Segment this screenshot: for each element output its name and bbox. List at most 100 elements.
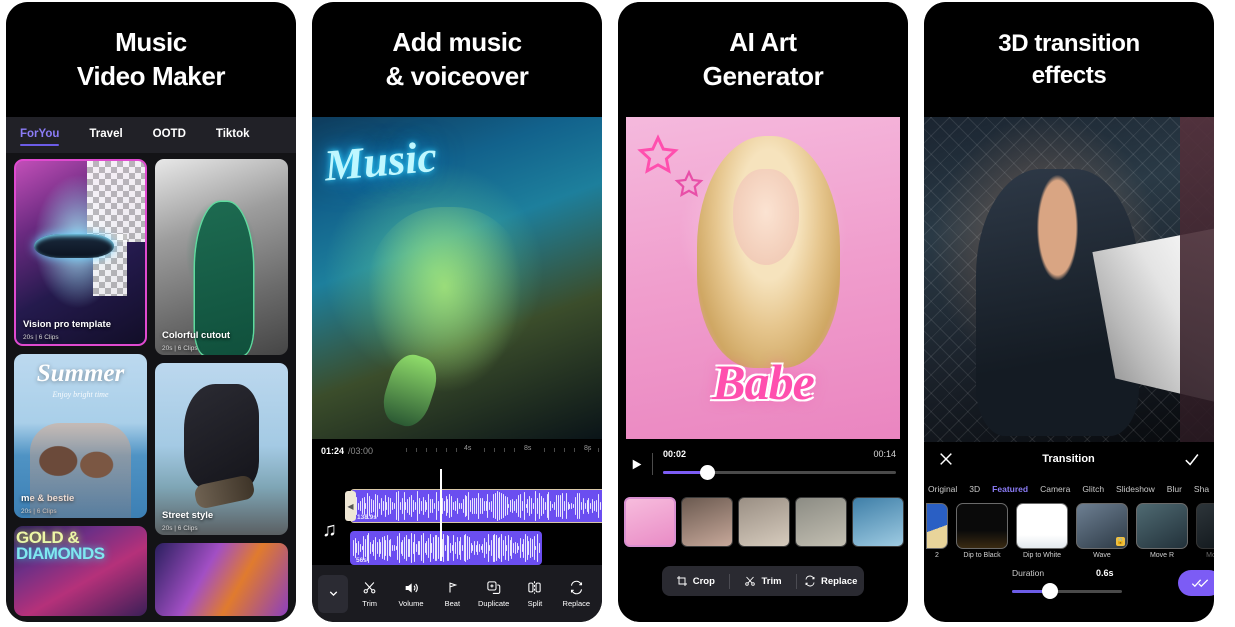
volume-label: Volume <box>398 599 424 608</box>
transition-preview[interactable] <box>924 117 1214 442</box>
ai-art-preview[interactable]: Babe <box>626 117 900 439</box>
headline-line-1: 3D transition <box>998 30 1140 58</box>
split-button[interactable]: Split <box>515 579 554 608</box>
neon-music-text: Music <box>322 131 439 191</box>
headline-2: Add music & voiceover <box>312 2 602 117</box>
play-icon[interactable] <box>630 457 643 472</box>
track-duration-label: 56s <box>356 557 367 564</box>
replace-button[interactable]: Replace <box>557 579 596 608</box>
audio-timeline[interactable]: ♫ ◀ 138.9s 56s <box>312 463 602 565</box>
beat-button[interactable]: Beat <box>433 579 472 608</box>
replace-button[interactable]: Replace <box>797 575 864 587</box>
transition-thumbnail <box>956 503 1008 549</box>
category-tabs: ForYou Travel OOTD Tiktok <box>6 117 296 153</box>
tab-glitch[interactable]: Glitch <box>1082 484 1104 494</box>
clip-thumbnail[interactable] <box>738 497 790 547</box>
split-icon <box>527 579 542 596</box>
clip-thumbnail[interactable] <box>681 497 733 547</box>
playback-bar: 00:02 00:14 <box>618 439 908 493</box>
transition-item[interactable]: Move R <box>1136 503 1188 575</box>
collapse-toolbar-button[interactable] <box>318 574 348 613</box>
track-duration-label: 138.9s <box>357 514 377 521</box>
tab-featured[interactable]: Featured <box>992 484 1028 494</box>
template-card-colorful-cutout[interactable]: Colorful cutout 20s | 6 Clips <box>155 159 288 355</box>
crop-button[interactable]: Crop <box>662 575 729 587</box>
headline-line-2: & voiceover <box>385 60 529 91</box>
transition-thumbnail <box>926 503 948 549</box>
trim-label: Trim <box>362 599 378 608</box>
transition-list[interactable]: 2 Dip to Black Dip to White 🔒 Wave Move … <box>924 503 1214 575</box>
headline-line-2: Video Maker <box>76 60 226 91</box>
trim-label: Trim <box>761 575 782 587</box>
transition-name: Wave <box>1093 552 1111 559</box>
tab-camera[interactable]: Camera <box>1040 484 1070 494</box>
duration-slider[interactable] <box>1012 583 1122 599</box>
clip-thumbnail[interactable] <box>852 497 904 547</box>
transition-item[interactable]: Mo <box>1196 503 1214 575</box>
tab-slideshow[interactable]: Slideshow <box>1116 484 1155 494</box>
transition-name: Dip to Black <box>963 552 1001 559</box>
beat-icon <box>445 579 460 596</box>
tab-original[interactable]: Original <box>928 484 957 494</box>
clip-thumbnail[interactable] <box>624 497 676 547</box>
clip-action-bar: Crop Trim Replace <box>662 566 864 596</box>
divider <box>652 453 653 475</box>
headline-line-2: Generator <box>702 60 824 91</box>
transition-item[interactable]: Dip to White <box>1016 503 1068 575</box>
ai-art-word: Babe <box>712 354 815 410</box>
transition-item[interactable]: 🔒 Wave <box>1076 503 1128 575</box>
trim-button[interactable]: Trim <box>350 579 389 608</box>
ai-art-editor: Babe 00:02 00:14 Crop Trim Replace <box>618 117 908 622</box>
tab-ootd[interactable]: OOTD <box>153 128 186 142</box>
playhead[interactable] <box>440 469 442 561</box>
template-title: Street style <box>162 510 214 522</box>
duration-label: Duration <box>1012 568 1045 578</box>
transition-item[interactable]: 2 <box>926 503 948 575</box>
confirm-check-icon[interactable] <box>1183 451 1200 468</box>
tab-foryou[interactable]: ForYou <box>20 128 60 146</box>
template-card-me-bestie[interactable]: Summer Enjoy bright time me & bestie 20s… <box>14 354 147 519</box>
tab-3d[interactable]: 3D <box>969 484 980 494</box>
clip-thumbnail[interactable] <box>795 497 847 547</box>
template-card-neon[interactable] <box>155 543 288 616</box>
seek-bar[interactable] <box>663 465 896 480</box>
tab-tiktok[interactable]: Tiktok <box>216 128 250 142</box>
clip-thumbnail-strip[interactable] <box>618 497 908 551</box>
phone-screenshot-music-video-maker: Music Video Maker ForYou Travel OOTD Tik… <box>6 2 296 622</box>
trim-button[interactable]: Trim <box>730 575 797 587</box>
tab-blur[interactable]: Blur <box>1167 484 1182 494</box>
transition-panel-header: Transition <box>924 442 1214 476</box>
tab-travel[interactable]: Travel <box>89 128 122 142</box>
close-icon[interactable] <box>938 451 954 467</box>
screenshot-gallery: Music Video Maker ForYou Travel OOTD Tik… <box>0 0 1235 627</box>
panel-title: Transition <box>1042 453 1095 465</box>
duplicate-button[interactable]: Duplicate <box>474 579 513 608</box>
template-card-vision-pro[interactable]: Vision pro template 20s | 6 Clips <box>14 159 147 347</box>
track-handle-left[interactable]: ◀ <box>345 491 356 521</box>
template-card-street-style[interactable]: Street style 20s | 6 Clips <box>155 363 288 536</box>
audio-track-music[interactable]: 138.9s <box>350 489 602 523</box>
transition-item[interactable]: Dip to Black <box>956 503 1008 575</box>
template-title: me & bestie <box>21 493 75 505</box>
summer-title: Summer <box>36 360 125 388</box>
audio-track-voiceover[interactable]: 56s <box>350 531 542 565</box>
replace-label: Replace <box>820 575 858 587</box>
headline-line-1: AI Art <box>729 26 797 57</box>
apply-all-button[interactable] <box>1178 570 1214 596</box>
volume-button[interactable]: Volume <box>391 579 430 608</box>
transition-thumbnail <box>1016 503 1068 549</box>
video-preview[interactable]: Music <box>312 117 602 439</box>
phone-screenshot-ai-art: AI Art Generator Babe 00:02 00:14 Crop T… <box>618 2 908 622</box>
duplicate-label: Duplicate <box>478 599 510 608</box>
next-clip-strip <box>1180 117 1214 442</box>
tab-sharp[interactable]: Sha <box>1194 484 1209 494</box>
music-editor: Music 01:24 /03:00 4s 8s 8s <box>312 117 602 622</box>
time-total: /03:00 <box>348 446 374 456</box>
duration-slider-handle[interactable] <box>1041 583 1058 599</box>
template-meta: 20s | 6 Clips <box>23 334 59 342</box>
timeline-ruler: 01:24 /03:00 4s 8s 8s <box>312 439 602 463</box>
crop-icon <box>676 575 688 587</box>
gold-title-line2: DIAMONDS <box>16 544 105 564</box>
template-card-gold-diamonds[interactable]: GOLD & DIAMONDS <box>14 526 147 616</box>
seek-handle[interactable] <box>700 465 716 480</box>
